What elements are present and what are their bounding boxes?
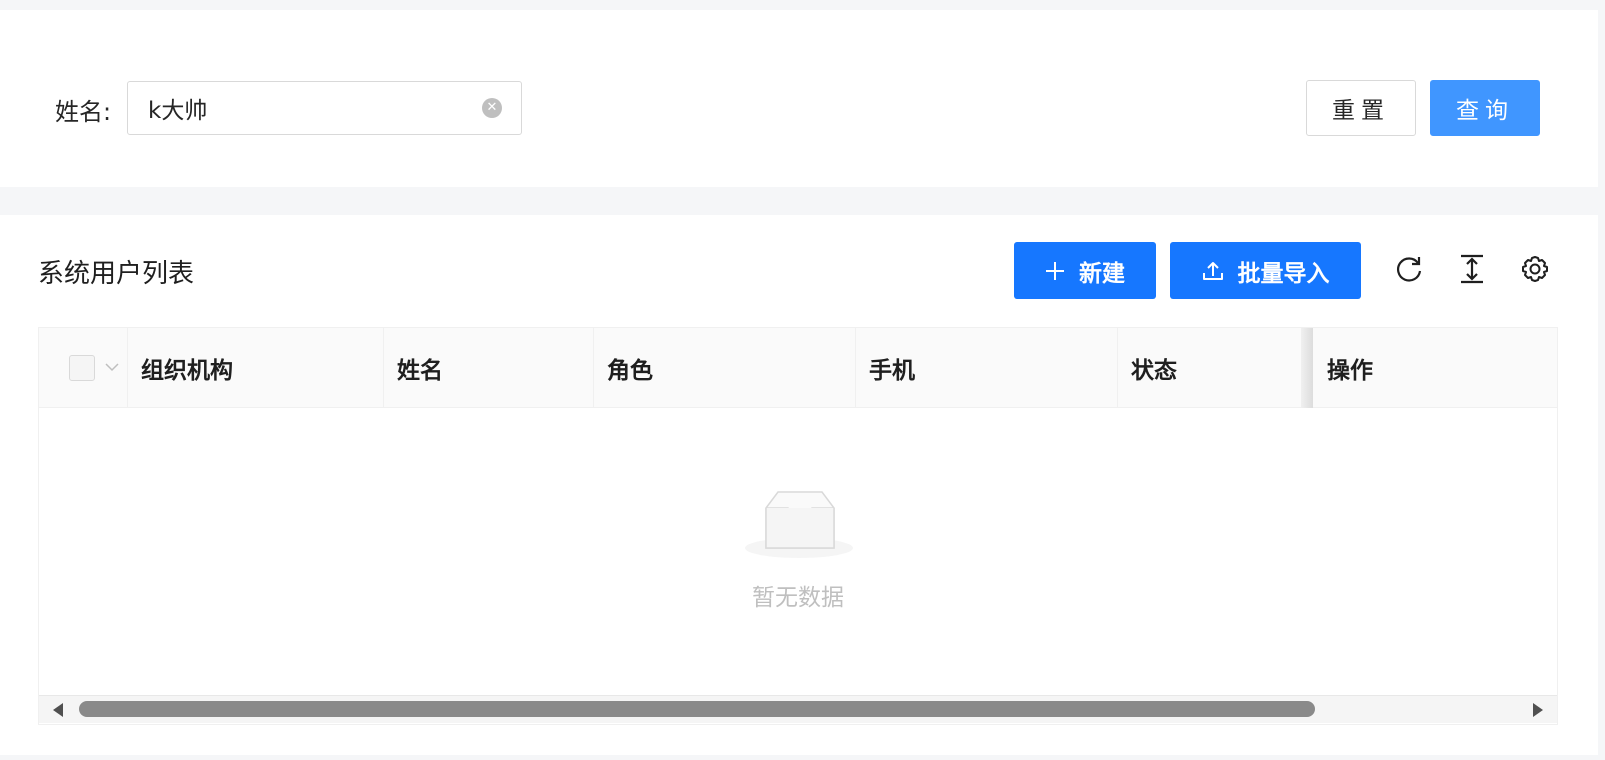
select-all-checkbox[interactable]: [69, 355, 95, 381]
column-header-actions[interactable]: 操作: [1313, 328, 1557, 408]
column-header-organization[interactable]: 组织机构: [127, 328, 383, 408]
plus-icon: [1046, 261, 1064, 280]
column-height-icon[interactable]: [1456, 253, 1488, 285]
search-panel: 姓名: ✕ 重置 查询: [0, 10, 1598, 187]
gear-icon[interactable]: [1519, 253, 1551, 285]
scroll-right-icon[interactable]: [1531, 702, 1545, 718]
name-input[interactable]: [148, 82, 468, 134]
scroll-thumb[interactable]: [79, 701, 1315, 717]
name-label: 姓名:: [55, 98, 112, 126]
upload-icon: [1202, 261, 1223, 280]
query-button[interactable]: 查询: [1430, 80, 1540, 136]
chevron-down-icon[interactable]: [105, 360, 119, 374]
column-header-role[interactable]: 角色: [593, 328, 855, 408]
batch-import-button[interactable]: 批量导入: [1170, 242, 1361, 299]
user-table: 组织机构 姓名 角色 手机 状态 操作 暂无数据: [38, 327, 1558, 725]
horizontal-scrollbar[interactable]: [39, 695, 1557, 723]
clear-icon[interactable]: ✕: [482, 98, 502, 118]
empty-text: 暂无数据: [752, 585, 844, 611]
select-all-cell: [39, 328, 127, 408]
table-header: 组织机构 姓名 角色 手机 状态 操作: [39, 328, 1557, 408]
inbox-icon: [745, 491, 853, 558]
batch-import-label: 批量导入: [1237, 260, 1330, 287]
column-header-status[interactable]: 状态: [1117, 328, 1301, 408]
name-input-wrapper[interactable]: ✕: [127, 81, 522, 135]
reload-icon[interactable]: [1393, 253, 1425, 285]
new-button-label: 新建: [1079, 260, 1125, 287]
scroll-left-icon[interactable]: [51, 702, 65, 718]
column-header-name[interactable]: 姓名: [383, 328, 593, 408]
table-title: 系统用户列表: [38, 259, 195, 289]
column-header-phone[interactable]: 手机: [855, 328, 1117, 408]
reset-button[interactable]: 重置: [1306, 80, 1416, 136]
new-button[interactable]: 新建: [1014, 242, 1156, 299]
fixed-column-shadow: [1301, 328, 1313, 408]
table-panel: 系统用户列表 新建 批量导入 组织机构 姓名 角色 手机 状态 操作 暂无数据: [0, 215, 1598, 755]
empty-state: 暂无数据: [39, 408, 1557, 695]
